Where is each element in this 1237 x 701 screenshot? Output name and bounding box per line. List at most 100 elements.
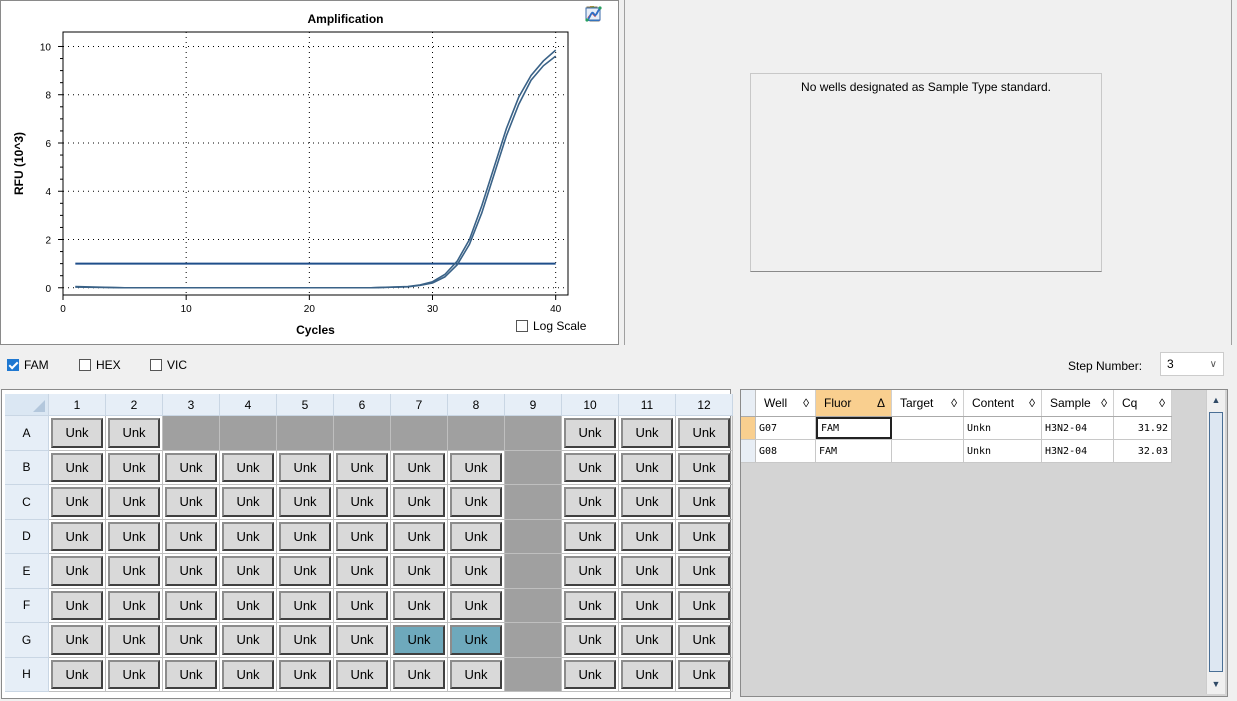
- well-cell[interactable]: Unk: [562, 657, 619, 692]
- well-cell[interactable]: Unk: [334, 588, 391, 623]
- well-cell[interactable]: Unk: [220, 657, 277, 692]
- table-cell[interactable]: H3N2-04: [1042, 417, 1114, 439]
- well-H1[interactable]: Unk: [51, 659, 103, 689]
- well-F10[interactable]: Unk: [564, 590, 616, 620]
- well-F2[interactable]: Unk: [108, 590, 160, 620]
- well-cell[interactable]: Unk: [277, 450, 334, 485]
- well-cell[interactable]: Unk: [676, 416, 733, 451]
- plate-row-header[interactable]: D: [5, 519, 49, 554]
- well-H5[interactable]: Unk: [279, 659, 331, 689]
- step-number-select[interactable]: 3 ∨: [1160, 352, 1224, 376]
- well-cell[interactable]: Unk: [277, 588, 334, 623]
- plate-column-header[interactable]: 7: [391, 394, 448, 416]
- well-F8[interactable]: Unk: [450, 590, 502, 620]
- plate-row-header[interactable]: H: [5, 657, 49, 692]
- well-cell[interactable]: Unk: [676, 450, 733, 485]
- well-G5[interactable]: Unk: [279, 625, 331, 655]
- well-G7[interactable]: Unk: [393, 625, 445, 655]
- plate-column-header[interactable]: 3: [163, 394, 220, 416]
- well-cell[interactable]: Unk: [391, 657, 448, 692]
- well-B5[interactable]: Unk: [279, 452, 331, 482]
- well-cell[interactable]: Unk: [391, 588, 448, 623]
- empty-well[interactable]: [163, 416, 220, 451]
- well-F7[interactable]: Unk: [393, 590, 445, 620]
- well-cell[interactable]: Unk: [619, 485, 676, 520]
- well-D8[interactable]: Unk: [450, 521, 502, 551]
- well-E3[interactable]: Unk: [165, 556, 217, 586]
- well-cell[interactable]: Unk: [106, 554, 163, 589]
- well-cell[interactable]: Unk: [391, 554, 448, 589]
- plate-column-header[interactable]: 8: [448, 394, 505, 416]
- well-cell[interactable]: Unk: [676, 519, 733, 554]
- well-cell[interactable]: Unk: [220, 623, 277, 658]
- well-cell[interactable]: Unk: [49, 623, 106, 658]
- sort-icon[interactable]: ◊: [1029, 396, 1035, 410]
- well-C8[interactable]: Unk: [450, 487, 502, 517]
- export-icon[interactable]: [584, 8, 606, 71]
- well-cell[interactable]: Unk: [277, 657, 334, 692]
- well-cell[interactable]: Unk: [562, 450, 619, 485]
- plate-row-header[interactable]: B: [5, 450, 49, 485]
- scrollbar-thumb[interactable]: [1209, 412, 1223, 672]
- fluor-vic-checkbox[interactable]: [150, 359, 162, 371]
- well-cell[interactable]: Unk: [163, 519, 220, 554]
- well-H4[interactable]: Unk: [222, 659, 274, 689]
- fluor-hex-toggle[interactable]: HEX: [79, 358, 121, 372]
- table-cell[interactable]: [892, 440, 964, 462]
- well-D6[interactable]: Unk: [336, 521, 388, 551]
- well-G3[interactable]: Unk: [165, 625, 217, 655]
- well-B1[interactable]: Unk: [51, 452, 103, 482]
- well-cell[interactable]: Unk: [391, 623, 448, 658]
- vertical-scrollbar[interactable]: ▲ ▼: [1206, 390, 1225, 694]
- well-H7[interactable]: Unk: [393, 659, 445, 689]
- well-F1[interactable]: Unk: [51, 590, 103, 620]
- chart-settings-icon[interactable]: [584, 6, 606, 48]
- plate-row-header[interactable]: F: [5, 588, 49, 623]
- well-cell[interactable]: Unk: [391, 485, 448, 520]
- well-H12[interactable]: Unk: [678, 659, 730, 689]
- well-B3[interactable]: Unk: [165, 452, 217, 482]
- well-D2[interactable]: Unk: [108, 521, 160, 551]
- well-cell[interactable]: Unk: [334, 519, 391, 554]
- well-B8[interactable]: Unk: [450, 452, 502, 482]
- well-cell[interactable]: Unk: [163, 657, 220, 692]
- well-G10[interactable]: Unk: [564, 625, 616, 655]
- well-cell[interactable]: Unk: [220, 554, 277, 589]
- empty-well[interactable]: [277, 416, 334, 451]
- well-cell[interactable]: Unk: [676, 623, 733, 658]
- well-cell[interactable]: Unk: [619, 623, 676, 658]
- well-D4[interactable]: Unk: [222, 521, 274, 551]
- empty-well[interactable]: [448, 416, 505, 451]
- well-cell[interactable]: Unk: [220, 519, 277, 554]
- scroll-up-icon[interactable]: ▲: [1209, 392, 1223, 408]
- well-cell[interactable]: Unk: [562, 623, 619, 658]
- well-B7[interactable]: Unk: [393, 452, 445, 482]
- well-F5[interactable]: Unk: [279, 590, 331, 620]
- column-header-sample[interactable]: Sample ◊: [1042, 390, 1114, 416]
- well-cell[interactable]: Unk: [163, 485, 220, 520]
- well-cell[interactable]: Unk: [448, 554, 505, 589]
- well-H10[interactable]: Unk: [564, 659, 616, 689]
- plate-column-header[interactable]: 11: [619, 394, 676, 416]
- sort-icon[interactable]: ◊: [1159, 396, 1165, 410]
- well-A11[interactable]: Unk: [621, 418, 673, 448]
- empty-well[interactable]: [505, 554, 562, 589]
- well-G1[interactable]: Unk: [51, 625, 103, 655]
- well-cell[interactable]: Unk: [277, 519, 334, 554]
- well-cell[interactable]: Unk: [334, 485, 391, 520]
- plate-row-header[interactable]: C: [5, 485, 49, 520]
- plate-column-header[interactable]: 9: [505, 394, 562, 416]
- well-H2[interactable]: Unk: [108, 659, 160, 689]
- row-indicator[interactable]: [741, 417, 756, 439]
- well-cell[interactable]: Unk: [106, 623, 163, 658]
- well-G12[interactable]: Unk: [678, 625, 730, 655]
- table-row[interactable]: G07 FAM Unkn H3N2-04 31.92: [741, 417, 1172, 440]
- well-cell[interactable]: Unk: [106, 450, 163, 485]
- well-E12[interactable]: Unk: [678, 556, 730, 586]
- well-C10[interactable]: Unk: [564, 487, 616, 517]
- well-B2[interactable]: Unk: [108, 452, 160, 482]
- well-cell[interactable]: Unk: [448, 519, 505, 554]
- well-cell[interactable]: Unk: [49, 588, 106, 623]
- well-cell[interactable]: Unk: [562, 554, 619, 589]
- well-cell[interactable]: Unk: [619, 657, 676, 692]
